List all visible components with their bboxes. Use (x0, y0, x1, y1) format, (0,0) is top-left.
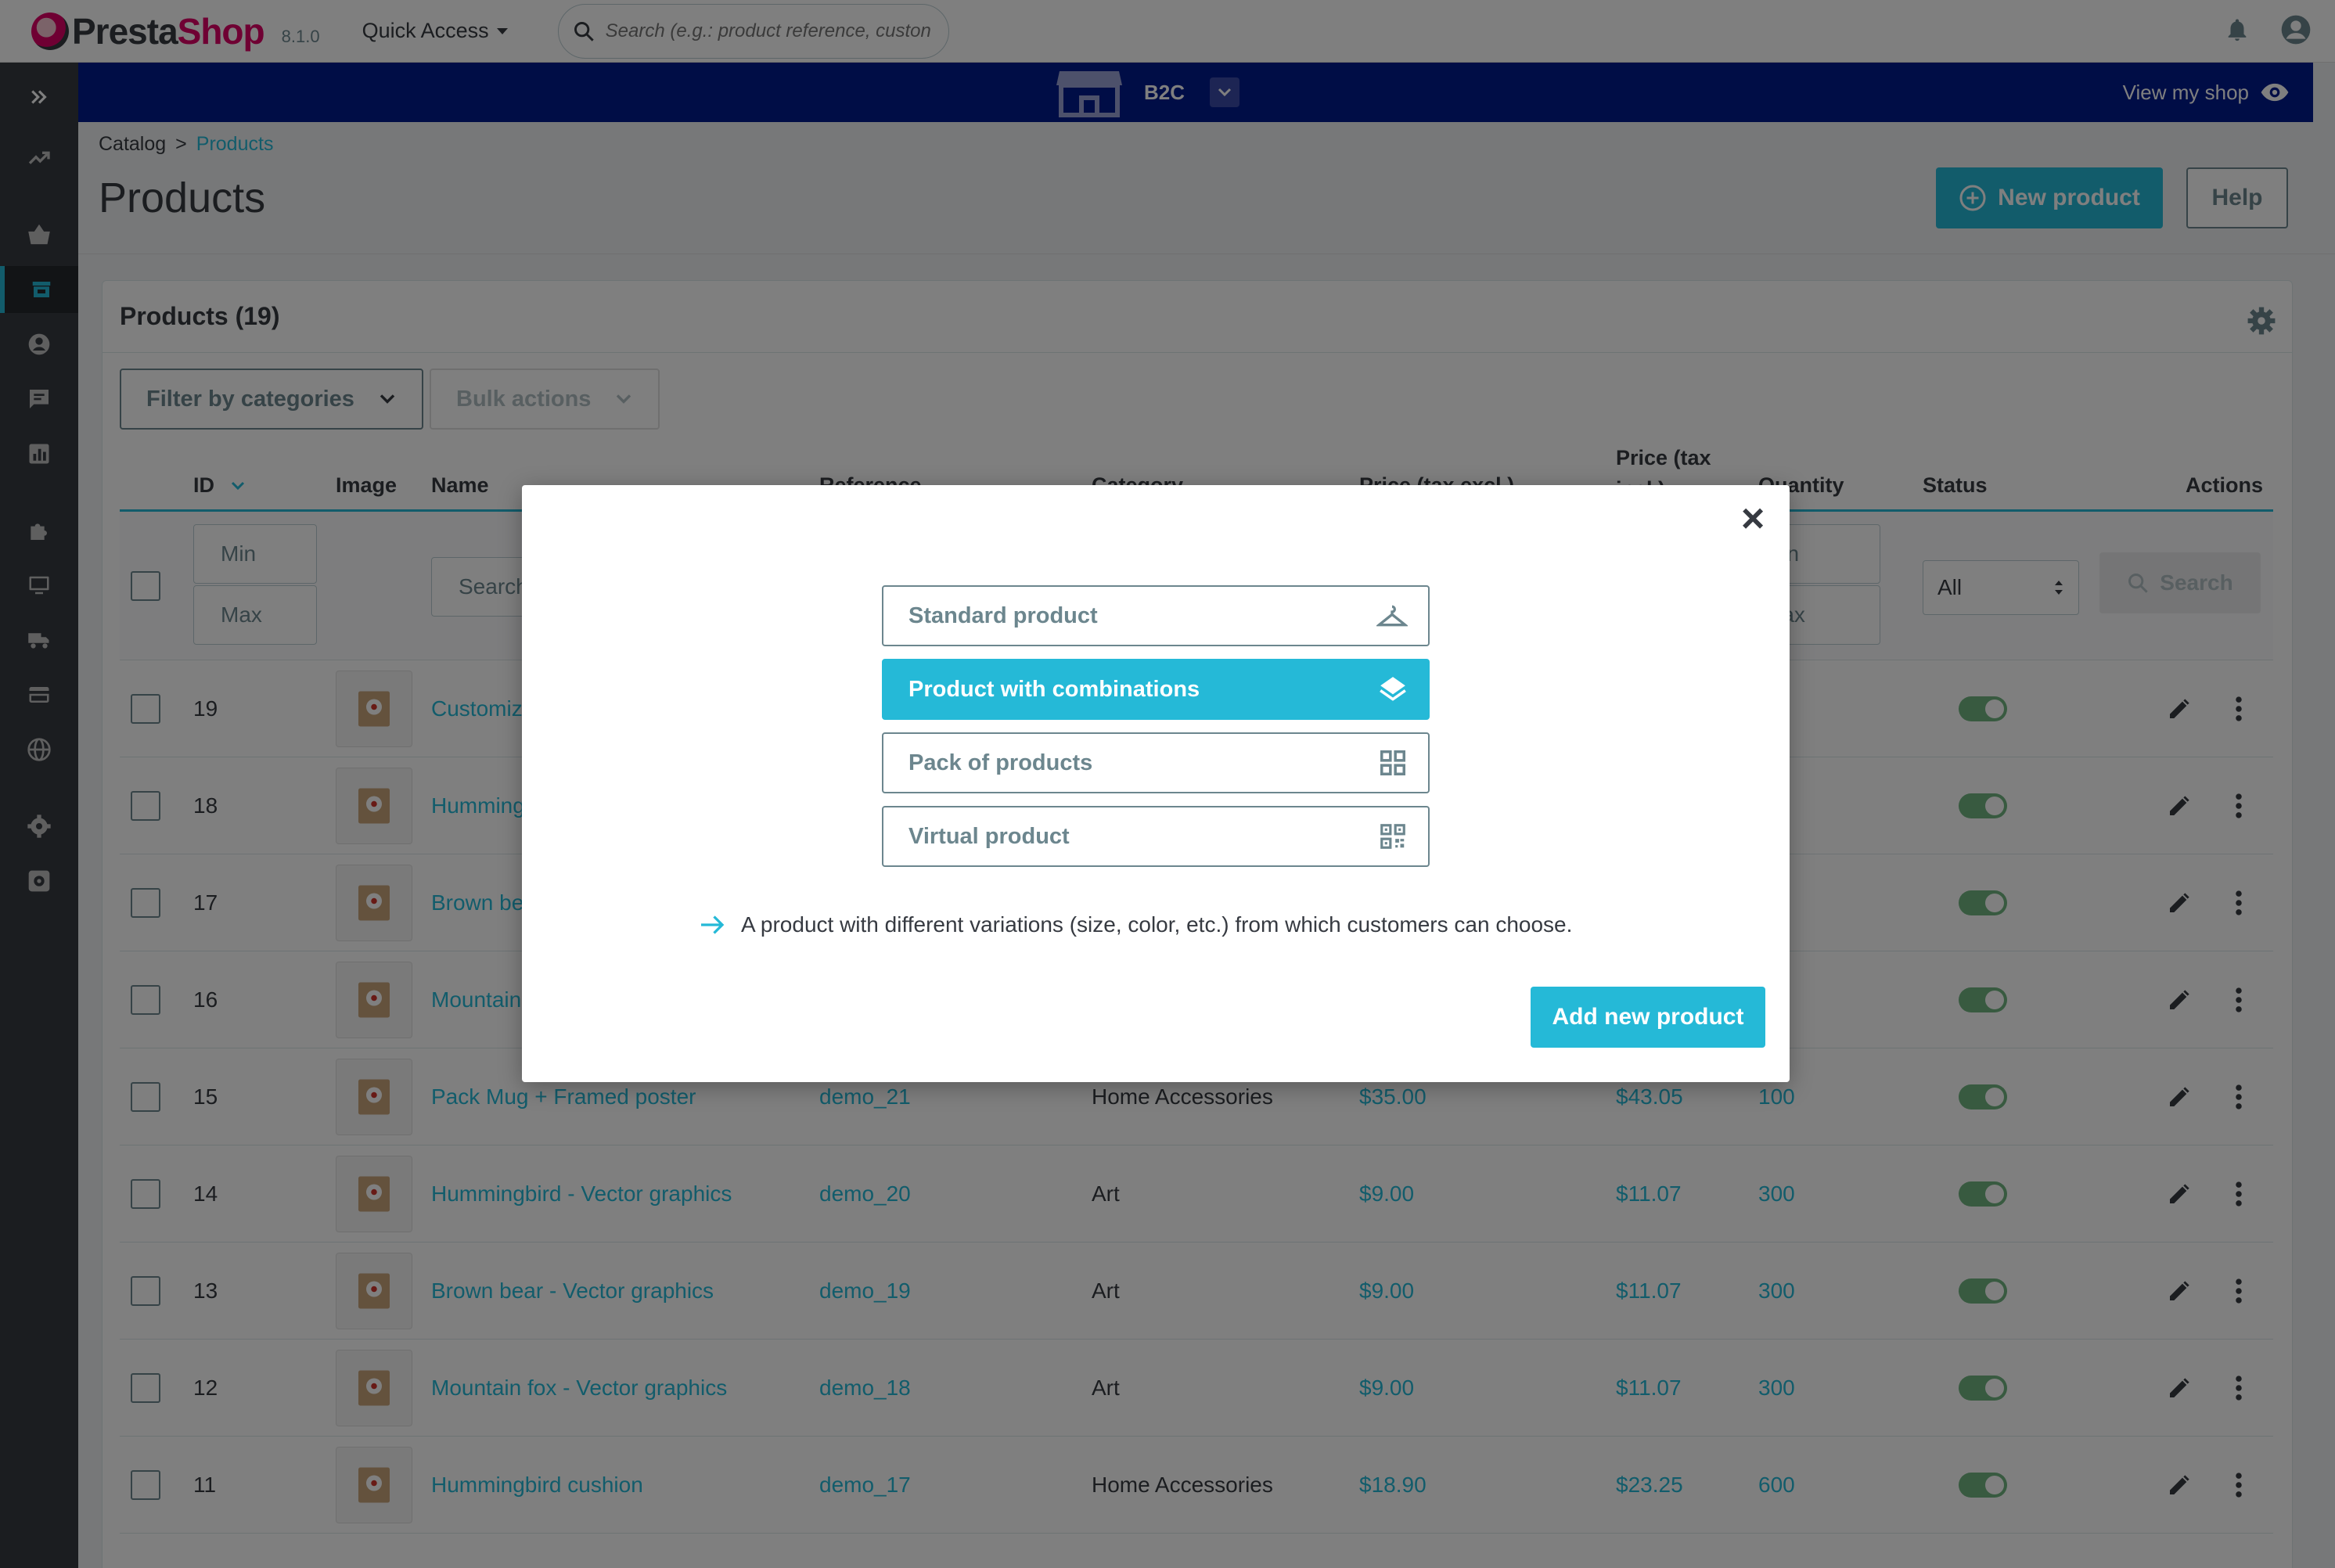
arrow-right-icon (701, 915, 725, 934)
product-type-virtual[interactable]: Virtual product (882, 806, 1430, 867)
product-type-combinations[interactable]: Product with combinations (882, 659, 1430, 720)
layers-icon (1380, 677, 1406, 701)
qr-icon (1380, 824, 1405, 849)
product-type-modal: × Standard product Product with combinat… (522, 485, 1790, 1082)
product-type-standard-label: Standard product (908, 602, 1098, 628)
product-type-pack[interactable]: Pack of products (882, 732, 1430, 793)
grid-icon (1380, 750, 1405, 775)
close-icon[interactable]: × (1733, 496, 1772, 541)
product-type-description: A product with different variations (siz… (699, 912, 1572, 937)
product-type-description-text: A product with different variations (siz… (741, 912, 1573, 937)
add-new-product-button[interactable]: Add new product (1531, 987, 1765, 1048)
product-type-combinations-label: Product with combinations (908, 676, 1200, 702)
product-type-pack-label: Pack of products (908, 750, 1093, 775)
product-type-standard[interactable]: Standard product (882, 585, 1430, 646)
hanger-icon (1376, 605, 1408, 627)
product-type-virtual-label: Virtual product (908, 823, 1070, 849)
